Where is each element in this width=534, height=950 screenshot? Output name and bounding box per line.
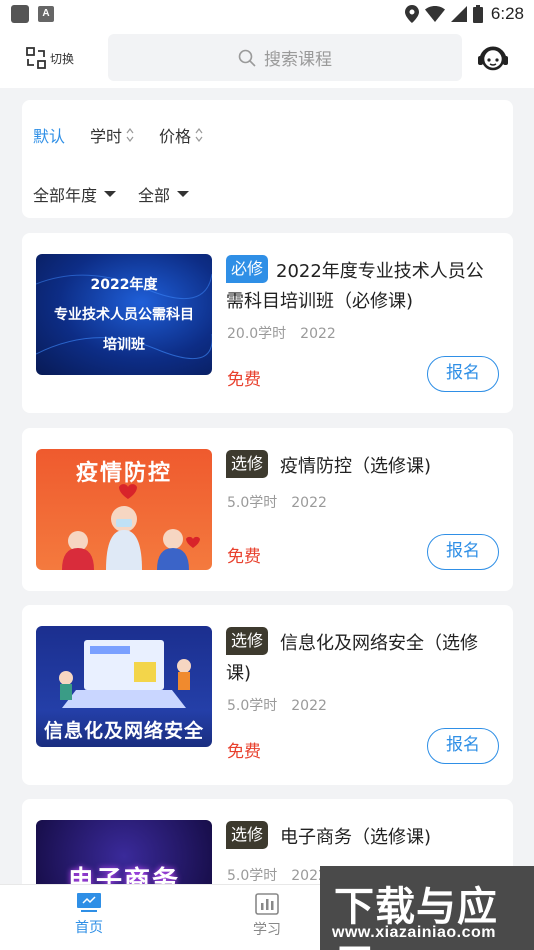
sort-price[interactable]: 价格 [159, 123, 204, 147]
sort-hours[interactable]: 学时 [90, 123, 135, 147]
course-title: 疫情防控（选修课) [280, 456, 432, 477]
course-card[interactable]: 信息化及网络安全 选修 信息化及网络安全（选修课) 5.0学时 2022 免费 报… [22, 605, 513, 785]
home-monitor-icon [77, 893, 101, 912]
course-hours: 5.0学时 [227, 698, 278, 714]
course-year: 2022 [291, 495, 327, 511]
course-card[interactable]: 2022年度 专业技术人员公需科目 培训班 必修 2022年度专业技术人员公需科… [22, 233, 513, 413]
switch-button[interactable]: 切换 [26, 46, 74, 70]
course-hours: 20.0学时 [227, 326, 287, 342]
location-icon [404, 5, 419, 23]
battery-icon [472, 5, 483, 23]
switch-label: 切换 [50, 51, 75, 66]
dropdown-arrow-icon [177, 191, 190, 197]
course-thumbnail: 疫情防控 [36, 449, 212, 570]
course-thumbnail: 2022年度 专业技术人员公需科目 培训班 [36, 254, 212, 375]
course-card[interactable]: 疫情防控 选修 疫情防控（选修课) 5.0学时 2022 免费 报名 [22, 428, 513, 591]
year-dropdown-label: 全部年度 [33, 186, 98, 205]
enroll-button[interactable]: 报名 [427, 534, 499, 570]
course-meta: 5.0学时 2022 [227, 695, 341, 715]
switch-icon [26, 47, 46, 69]
status-icons: 6:28 [404, 3, 524, 25]
sort-default-label: 默认 [33, 127, 66, 146]
course-thumbnail: 信息化及网络安全 [36, 626, 212, 747]
status-bar: A 6:28 [0, 0, 534, 28]
dropdown-arrow-icon [104, 191, 117, 197]
wifi-icon [424, 6, 445, 22]
thumbnail-title: 信息化及网络安全 [43, 720, 204, 742]
nav-home-label: 首页 [75, 920, 103, 936]
filter-panel: 默认 学时 价格 全部年度 全部 [22, 100, 513, 218]
app-notification-icon [11, 5, 29, 23]
top-bar: 切换 搜索课程 [0, 28, 534, 88]
thumbnail-title-line3: 培训班 [103, 337, 145, 353]
course-title: 信息化及网络安全（选修课) [226, 633, 478, 684]
sort-arrows-icon [195, 128, 203, 142]
watermark-url: www.xiazainiao.com [332, 924, 497, 941]
thumbnail-title-line2: 专业技术人员公需科目 [54, 307, 194, 323]
sort-hours-label: 学时 [90, 127, 123, 146]
search-placeholder: 搜索课程 [264, 50, 332, 70]
course-title: 电子商务（选修课) [280, 827, 432, 848]
course-price: 免费 [227, 370, 261, 390]
course-price: 免费 [227, 547, 261, 567]
course-hours: 5.0学时 [227, 868, 278, 884]
signal-icon [450, 6, 467, 22]
nav-study-label: 学习 [253, 922, 281, 938]
clock: 6:28 [490, 4, 524, 23]
enroll-button[interactable]: 报名 [427, 356, 499, 392]
category-dropdown[interactable]: 全部 [138, 182, 190, 206]
category-dropdown-label: 全部 [138, 186, 171, 205]
search-input[interactable]: 搜索课程 [108, 34, 462, 81]
course-price: 免费 [227, 742, 261, 762]
course-hours: 5.0学时 [227, 495, 278, 511]
course-year: 2022 [291, 698, 327, 714]
sort-price-label: 价格 [159, 127, 192, 146]
watermark: 下载与应用 www.xiazainiao.com [320, 866, 534, 950]
course-meta: 5.0学时 2022 [227, 492, 341, 512]
year-dropdown[interactable]: 全部年度 [33, 182, 117, 206]
course-title: 2022年度专业技术人员公需科目培训班（必修课) [226, 261, 484, 312]
course-meta: 20.0学时 2022 [227, 323, 350, 343]
nav-home[interactable]: 首页 [59, 893, 119, 937]
search-icon [238, 49, 256, 67]
sort-arrows-icon [126, 128, 134, 142]
study-chart-icon [255, 893, 279, 915]
enroll-button[interactable]: 报名 [427, 728, 499, 764]
a-notification-icon: A [38, 6, 54, 22]
thumbnail-title-line1: 2022年度 [90, 277, 158, 293]
customer-service-icon[interactable] [476, 42, 510, 74]
course-year: 2022 [300, 326, 336, 342]
nav-study[interactable]: 学习 [237, 893, 297, 939]
sort-default[interactable]: 默认 [33, 123, 65, 147]
thumbnail-title: 疫情防控 [75, 461, 172, 486]
